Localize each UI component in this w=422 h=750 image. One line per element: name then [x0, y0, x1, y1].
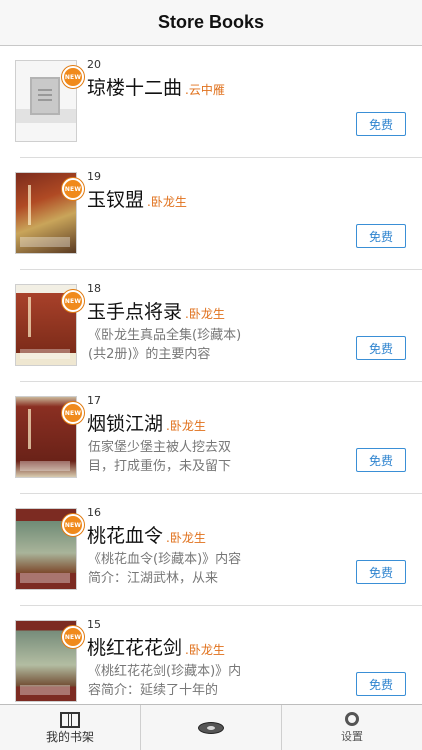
book-description: 《卧龙生真品全集(珍藏本)(共2册)》的主要内容 [88, 328, 242, 362]
book-row[interactable]: NEW 20 琼楼十二曲 .云中雁 免费 [0, 46, 422, 158]
book-title: 琼楼十二曲 [87, 77, 183, 99]
book-number: 17 [87, 394, 101, 407]
tab-settings[interactable]: 设置 [282, 705, 422, 750]
book-author: .卧龙生 [166, 531, 206, 545]
book-title: 烟锁江湖 [87, 413, 164, 435]
book-row[interactable]: NEW 17 烟锁江湖 .卧龙生 伍家堡少堡主被人挖去双目，打成重伤，未及留下 免… [0, 382, 422, 494]
book-description: 《桃红花花剑(珍藏本)》内容简介：延续了十年的 [88, 664, 242, 698]
book-author: .卧龙生 [185, 307, 225, 321]
book-description: 《桃花血令(珍藏本)》内容简介：江湖武林，从来 [88, 552, 242, 586]
book-title: 玉钗盟 [87, 189, 145, 211]
book-number: 20 [87, 58, 101, 71]
tab-bookshelf-label: 我的书架 [45, 729, 94, 744]
free-download-button[interactable]: 免费 [356, 672, 406, 696]
free-download-button[interactable]: 免费 [356, 560, 406, 584]
gear-icon [345, 712, 359, 726]
book-author: .卧龙生 [166, 419, 206, 433]
book-row[interactable]: NEW 19 玉钗盟 .卧龙生 免费 [0, 158, 422, 270]
open-book-icon [60, 711, 80, 728]
book-number: 15 [87, 618, 101, 631]
new-badge: NEW [62, 290, 84, 312]
disc-icon [198, 722, 224, 734]
book-row[interactable]: NEW 18 玉手点将录 .卧龙生 《卧龙生真品全集(珍藏本)(共2册)》的主要内… [0, 270, 422, 382]
book-number: 18 [87, 282, 101, 295]
new-badge: NEW [62, 626, 84, 648]
book-number: 16 [87, 506, 101, 519]
book-author: .云中雁 [185, 83, 225, 97]
free-download-button[interactable]: 免费 [356, 448, 406, 472]
new-badge: NEW [62, 178, 84, 200]
new-badge: NEW [62, 402, 84, 424]
tab-bar: 我的书架 设置 [0, 704, 422, 750]
free-download-button[interactable]: 免费 [356, 336, 406, 360]
book-row[interactable]: NEW 15 桃红花花剑 .卧龙生 《桃红花花剑(珍藏本)》内容简介：延续了十年的… [0, 606, 422, 704]
new-badge: NEW [62, 66, 84, 88]
book-author: .卧龙生 [147, 195, 187, 209]
book-title: 玉手点将录 [87, 301, 183, 323]
book-number: 19 [87, 170, 101, 183]
free-download-button[interactable]: 免费 [356, 224, 406, 248]
book-title: 桃花血令 [87, 525, 164, 547]
free-download-button[interactable]: 免费 [356, 112, 406, 136]
nav-bar: Store Books [0, 0, 422, 46]
book-row[interactable]: NEW 16 桃花血令 .卧龙生 《桃花血令(珍藏本)》内容简介：江湖武林，从来 … [0, 494, 422, 606]
new-badge: NEW [62, 514, 84, 536]
book-title: 桃红花花剑 [87, 637, 183, 659]
book-icon [30, 77, 60, 115]
tab-store[interactable] [140, 705, 282, 750]
book-author: .卧龙生 [185, 643, 225, 657]
book-description: 伍家堡少堡主被人挖去双目，打成重伤，未及留下 [88, 440, 232, 474]
book-list[interactable]: NEW 20 琼楼十二曲 .云中雁 免费 NEW 19 玉钗盟 .卧龙生 免费 NE… [0, 46, 422, 704]
tab-bookshelf[interactable]: 我的书架 [0, 705, 140, 750]
tab-settings-label: 设置 [341, 730, 363, 743]
page-title: Store Books [157, 12, 265, 32]
